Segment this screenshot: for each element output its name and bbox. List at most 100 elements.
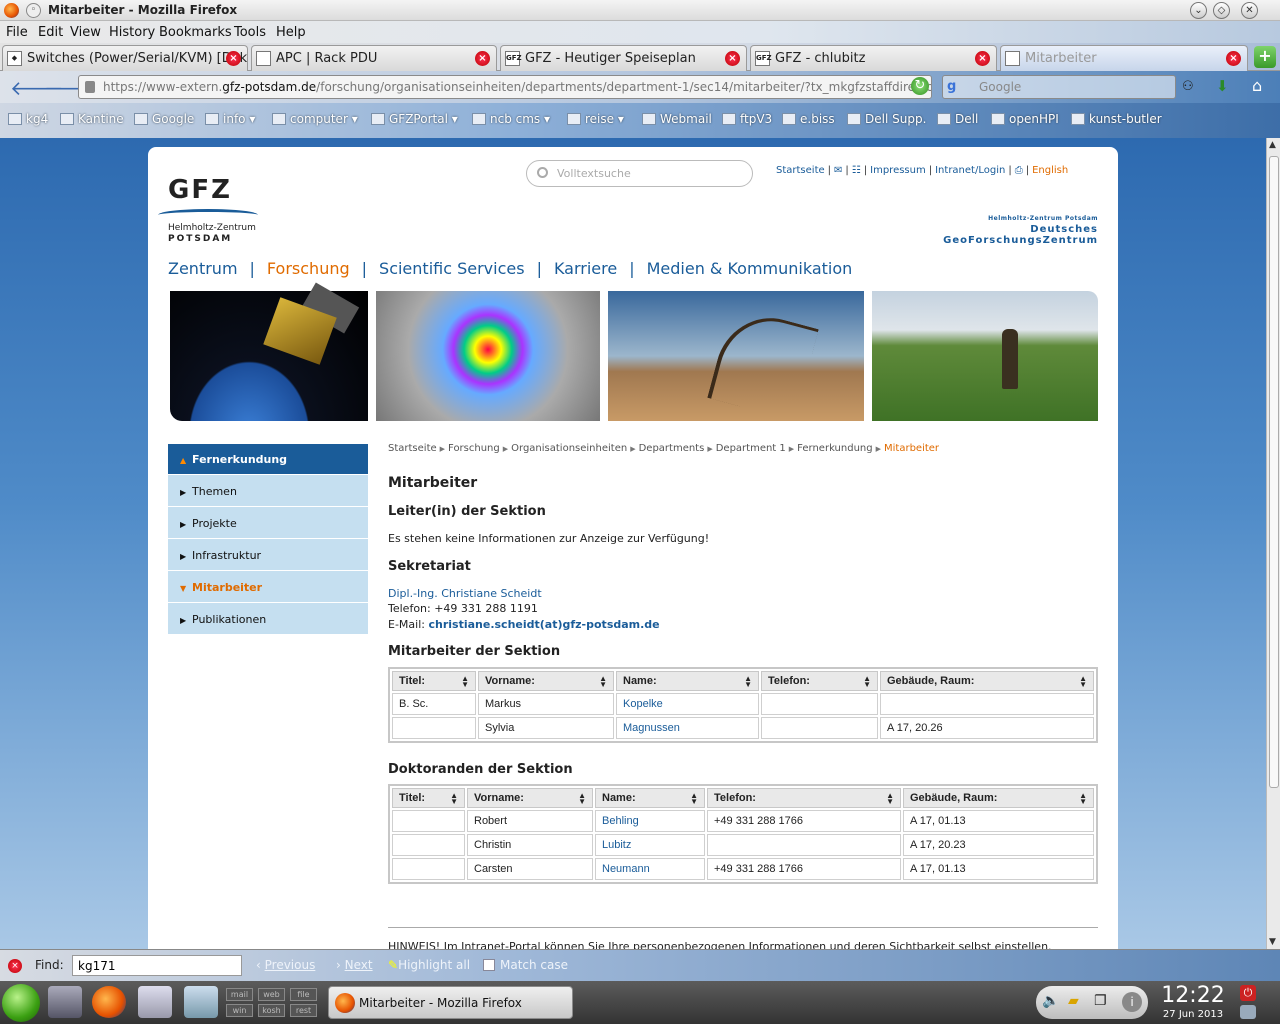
tab-apc[interactable]: APC | Rack PDU × <box>251 45 497 71</box>
link-startseite[interactable]: Startseite <box>776 165 825 176</box>
binoculars-icon[interactable]: ⚇ <box>1182 79 1194 94</box>
desktop-icon[interactable] <box>48 986 82 1018</box>
menu-tools[interactable]: Tools <box>234 25 266 40</box>
desktop-kosh[interactable]: kosh <box>258 1004 285 1017</box>
bookmark-folder-reise[interactable]: reise ▾ <box>567 112 624 126</box>
sidebar-item-infrastruktur[interactable]: ▶ Infrastruktur <box>168 539 368 571</box>
bookmark-dell[interactable]: Dell <box>937 112 978 126</box>
link-english[interactable]: English <box>1032 165 1068 176</box>
close-tab-icon[interactable]: × <box>975 51 990 66</box>
mail-icon[interactable]: ✉ <box>834 165 842 176</box>
bookmark-webmail[interactable]: Webmail <box>642 112 712 126</box>
bookmark-kantine[interactable]: Kantine <box>60 112 124 126</box>
sort-icon[interactable]: ▲ ▼ <box>886 792 894 806</box>
bookmark-kg4[interactable]: kg4 <box>8 112 48 126</box>
crumb-organisationseinheiten[interactable]: Organisationseinheiten <box>511 443 627 454</box>
column-header-vorname[interactable]: Vorname: ▲ ▼ <box>478 671 614 691</box>
new-tab-button[interactable]: + <box>1254 46 1276 68</box>
vertical-scrollbar[interactable]: ▲ ▼ <box>1266 138 1280 949</box>
url-bar[interactable]: https://www-extern.gfz-potsdam.de/forsch… <box>78 75 932 99</box>
find-input[interactable] <box>72 955 242 976</box>
print-icon[interactable]: ⎙ <box>1015 165 1023 176</box>
firefox-launcher-icon[interactable] <box>92 986 126 1018</box>
column-header-titel[interactable]: Titel: ▲ ▼ <box>392 788 465 808</box>
volume-icon[interactable]: 🔈 <box>1042 993 1059 1009</box>
checkbox[interactable] <box>483 959 495 971</box>
link-impressum[interactable]: Impressum <box>870 165 926 176</box>
desktop-web[interactable]: web <box>258 988 285 1001</box>
column-header-vorname[interactable]: Vorname: ▲ ▼ <box>467 788 593 808</box>
column-header-telefon[interactable]: Telefon: ▲ ▼ <box>761 671 878 691</box>
desktop-file[interactable]: file <box>290 988 317 1001</box>
cell-name-link[interactable]: Kopelke <box>616 693 759 715</box>
close-tab-icon[interactable]: × <box>1226 51 1241 66</box>
sort-icon[interactable]: ▲ ▼ <box>1079 675 1087 689</box>
sidebar-item-projekte[interactable]: ▶ Projekte <box>168 507 368 539</box>
kde-start-icon[interactable] <box>2 984 40 1022</box>
scroll-up-arrow-icon[interactable]: ▲ <box>1269 140 1276 150</box>
menu-edit[interactable]: Edit <box>38 25 63 40</box>
info-icon[interactable]: i <box>1122 992 1142 1012</box>
link-intranet-login[interactable]: Intranet/Login <box>935 165 1005 176</box>
find-previous-button[interactable]: ‹ Previous <box>256 958 315 972</box>
close-window-button[interactable]: ✕ <box>1241 2 1258 19</box>
download-icon[interactable]: ⬇ <box>1216 77 1229 95</box>
nav-zentrum[interactable]: Zentrum <box>168 259 238 278</box>
desktop-rest[interactable]: rest <box>290 1004 317 1017</box>
cell-name-link[interactable]: Neumann <box>595 858 705 880</box>
reload-icon[interactable]: ↻ <box>911 77 929 95</box>
scroll-down-arrow-icon[interactable]: ▼ <box>1269 937 1276 947</box>
sort-icon[interactable]: ▲ ▼ <box>599 675 607 689</box>
folder-icon[interactable]: ▰ <box>1068 993 1079 1009</box>
cell-name-link[interactable]: Lubitz <box>595 834 705 856</box>
close-findbar-icon[interactable]: × <box>8 959 22 973</box>
match-case-checkbox[interactable]: Match case <box>483 958 568 972</box>
sort-icon[interactable]: ▲ ▼ <box>690 792 698 806</box>
sitemap-icon[interactable]: ☷ <box>852 165 861 176</box>
sort-icon[interactable]: ▲ ▼ <box>863 675 871 689</box>
bookmark-kunst-butler[interactable]: kunst-butler <box>1071 112 1162 126</box>
bookmark-folder-ncbcms[interactable]: ncb cms ▾ <box>472 112 550 126</box>
taskbar-firefox-window[interactable]: Mitarbeiter - Mozilla Firefox <box>328 986 573 1019</box>
tab-mitarbeiter[interactable]: Mitarbeiter × <box>1000 45 1248 71</box>
network-icon[interactable] <box>184 986 218 1018</box>
desktop-mail[interactable]: mail <box>226 988 253 1001</box>
nav-medien-kommunikation[interactable]: Medien & Kommunikation <box>647 259 853 278</box>
highlight-all-button[interactable]: ✎Highlight all <box>388 958 470 972</box>
sort-icon[interactable]: ▲ ▼ <box>578 792 586 806</box>
maximize-button[interactable]: ◇ <box>1213 2 1230 19</box>
clipboard-icon[interactable]: ❐ <box>1094 993 1107 1009</box>
column-header-titel[interactable]: Titel: ▲ ▼ <box>392 671 476 691</box>
clock[interactable]: 12:22 27 Jun 2013 <box>1160 983 1226 1020</box>
cell-name-link[interactable]: Behling <box>595 810 705 832</box>
minimize-button[interactable]: ⌄ <box>1190 2 1207 19</box>
crumb-forschung[interactable]: Forschung <box>448 443 500 454</box>
sort-icon[interactable]: ▲ ▼ <box>461 675 469 689</box>
window-menu-button[interactable]: ◦ <box>26 3 41 18</box>
bookmark-openhpi[interactable]: openHPI <box>991 112 1059 126</box>
home-icon[interactable]: ⌂ <box>1252 76 1262 95</box>
nav-forschung[interactable]: Forschung <box>267 259 350 278</box>
bookmark-ftpv3[interactable]: ftpV3 <box>722 112 772 126</box>
sidebar-item-fernerkundung[interactable]: ▲ Fernerkundung <box>168 444 368 475</box>
column-header-name[interactable]: Name: ▲ ▼ <box>616 671 759 691</box>
tab-speiseplan[interactable]: GFZ GFZ - Heutiger Speiseplan × <box>500 45 747 71</box>
column-header-gebaeude-raum[interactable]: Gebäude, Raum: ▲ ▼ <box>880 671 1094 691</box>
file-manager-icon[interactable] <box>138 986 172 1018</box>
menu-bookmarks[interactable]: Bookmarks <box>159 25 232 40</box>
nav-karriere[interactable]: Karriere <box>554 259 617 278</box>
sort-icon[interactable]: ▲ ▼ <box>1079 792 1087 806</box>
google-icon[interactable]: g <box>947 79 956 94</box>
bookmark-folder-computer[interactable]: computer ▾ <box>272 112 358 126</box>
desktop-win[interactable]: win <box>226 1004 253 1017</box>
find-next-button[interactable]: › Next <box>336 958 373 972</box>
bookmark-folder-info[interactable]: info ▾ <box>205 112 255 126</box>
crumb-department-1[interactable]: Department 1 <box>716 443 786 454</box>
sidebar-item-publikationen[interactable]: ▶ Publikationen <box>168 603 368 635</box>
lock-screen-icon[interactable] <box>1240 1005 1256 1019</box>
power-icon[interactable]: ⏻ <box>1240 985 1256 1001</box>
close-tab-icon[interactable]: × <box>226 51 241 66</box>
bookmark-google[interactable]: Google <box>134 112 194 126</box>
bookmark-dell-support[interactable]: Dell Supp. <box>847 112 926 126</box>
sidebar-item-themen[interactable]: ▶ Themen <box>168 475 368 507</box>
